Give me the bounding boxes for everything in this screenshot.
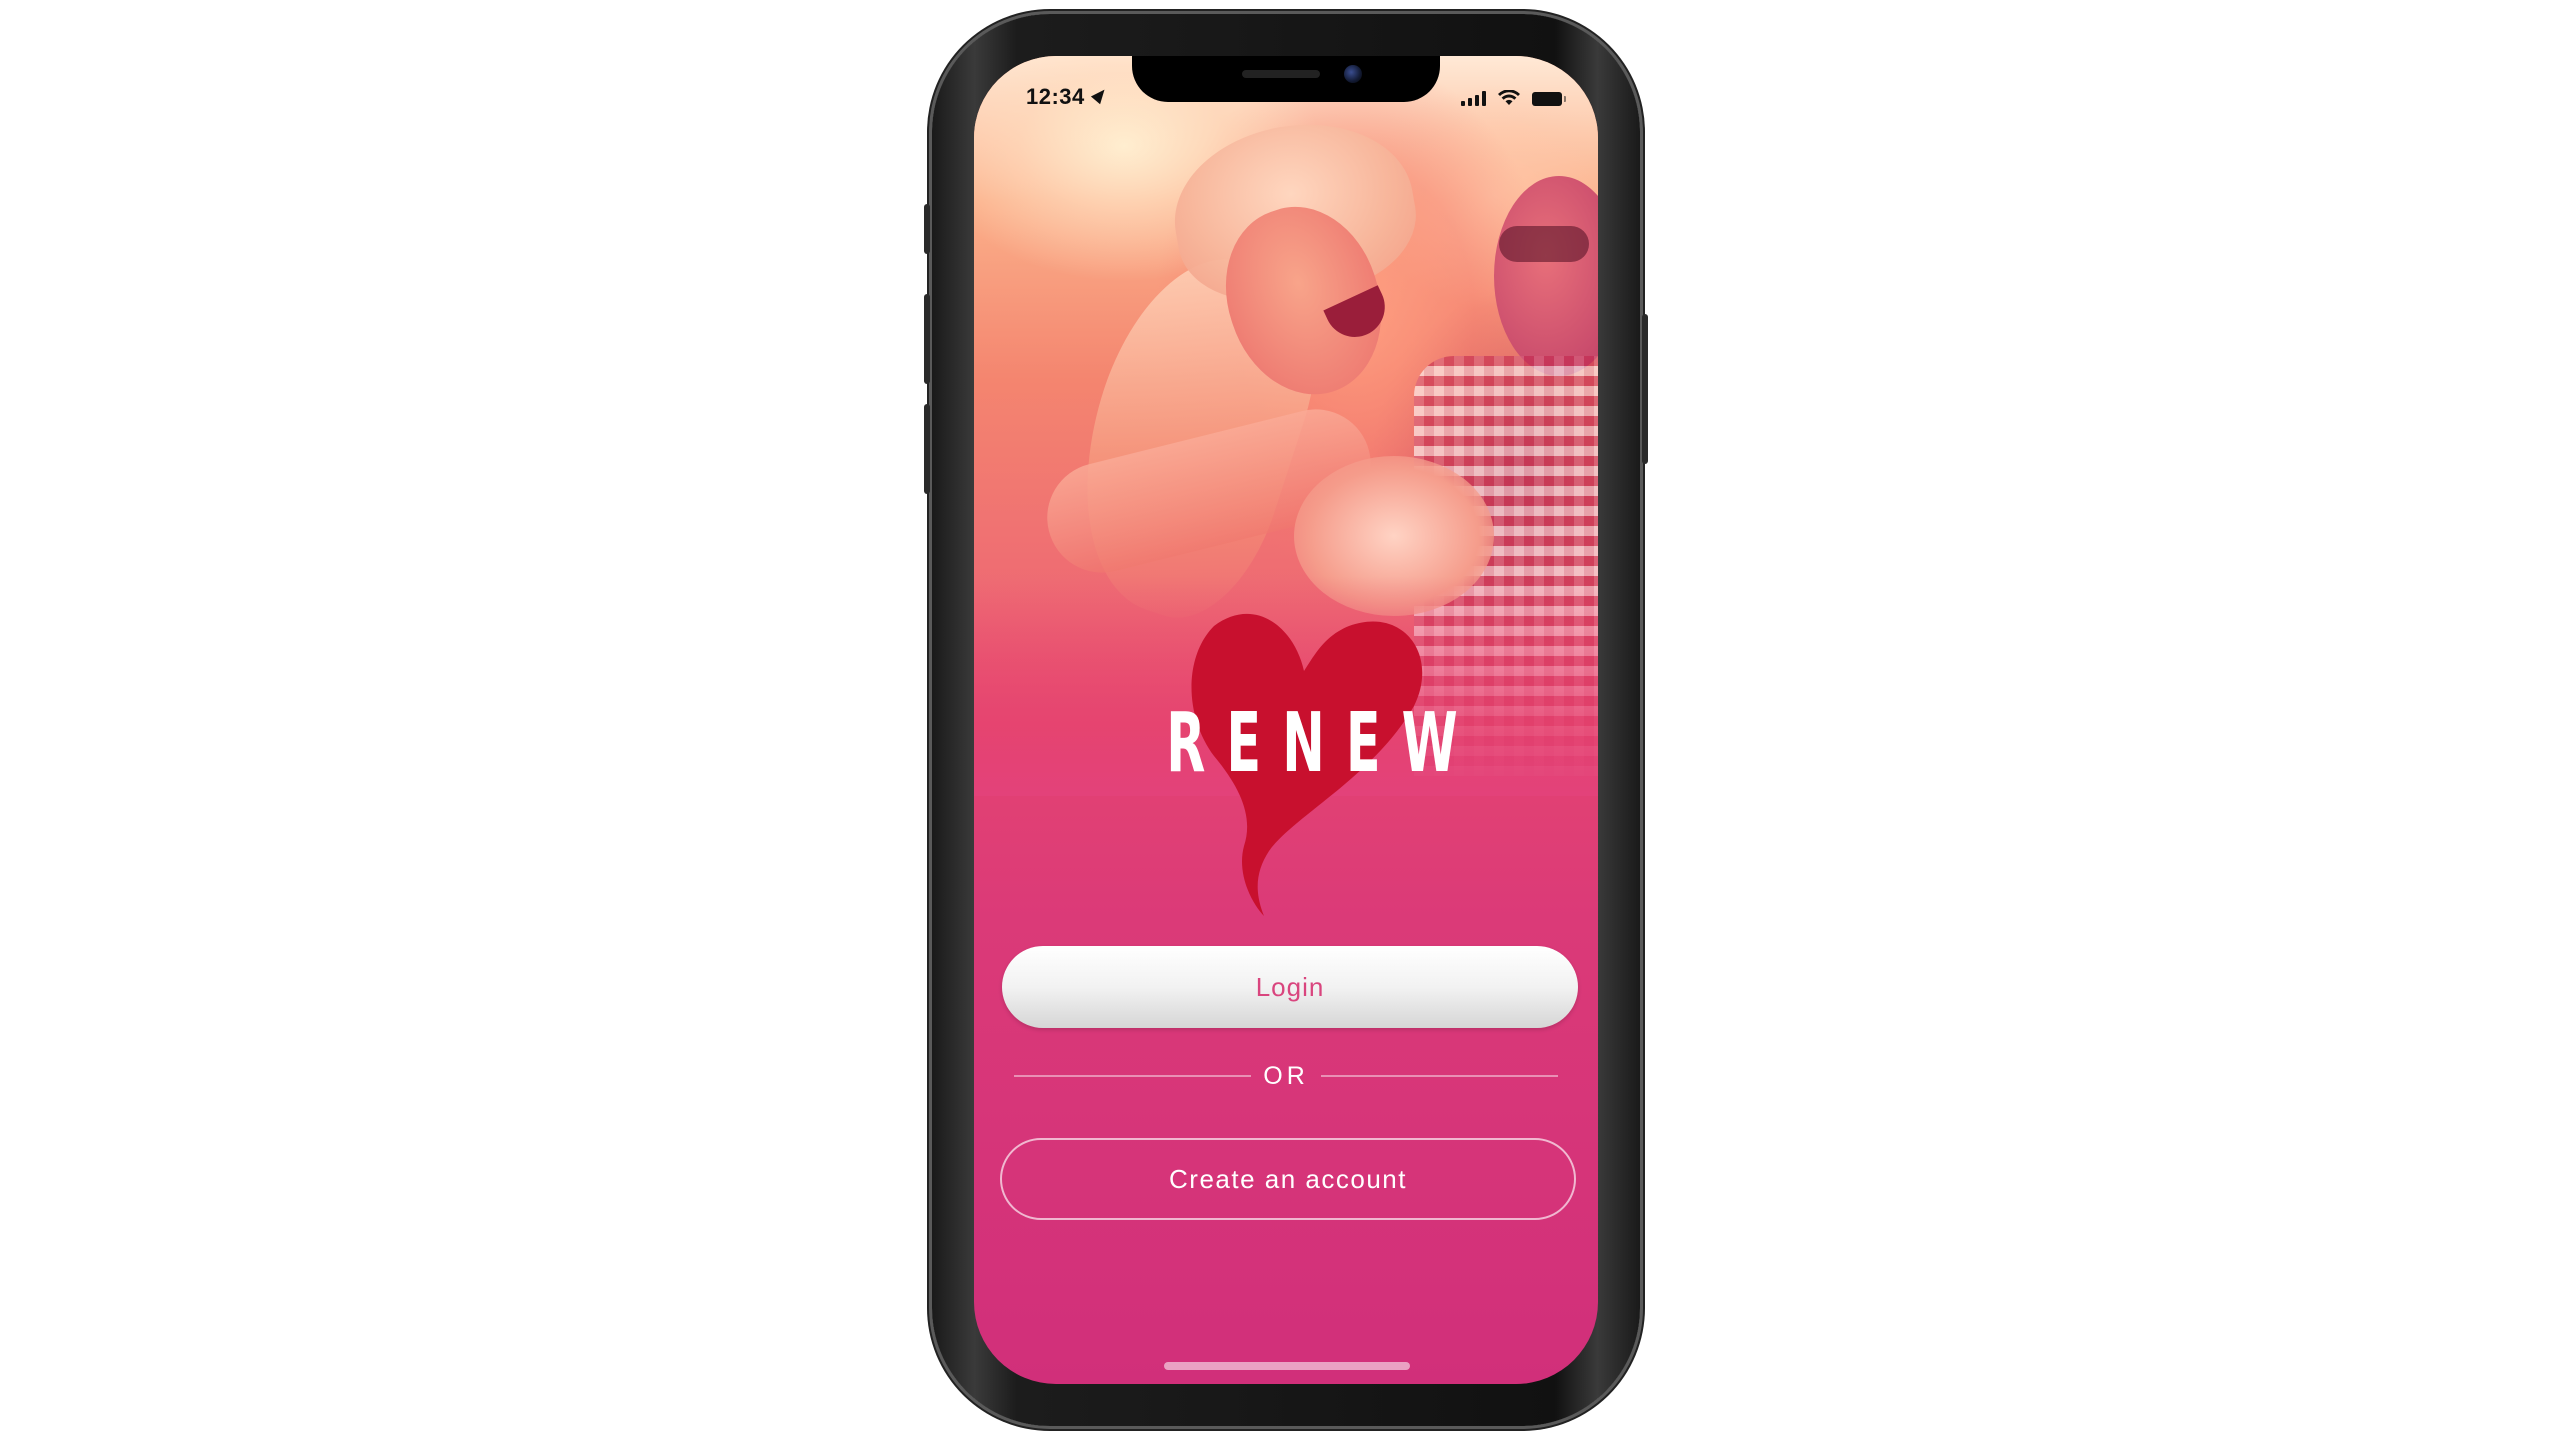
power-button [1642, 314, 1648, 464]
notch [1132, 56, 1440, 102]
volume-down-button [924, 404, 930, 494]
cellular-signal-icon [1461, 90, 1486, 106]
home-indicator[interactable] [1164, 1362, 1410, 1370]
photo-man-face [1494, 176, 1598, 376]
logo-wordmark: RENEW [1166, 696, 1479, 791]
mute-switch [924, 204, 930, 254]
speaker-grille [1242, 70, 1320, 78]
app-logo: RENEW [974, 586, 1598, 926]
stage: 12:34 RENEW Login OR Create an account [0, 0, 2560, 1440]
status-time: 12:34 [1026, 84, 1085, 109]
login-button[interactable]: Login [1002, 946, 1578, 1028]
create-account-button[interactable]: Create an account [1000, 1138, 1576, 1220]
wifi-icon [1498, 89, 1520, 106]
separator-line-right [1320, 1075, 1558, 1077]
or-separator: OR [1014, 1058, 1558, 1094]
phone-frame: 12:34 RENEW Login OR Create an account [924, 14, 1648, 1426]
status-icons [1461, 86, 1566, 106]
front-camera [1344, 65, 1362, 83]
volume-up-button [924, 294, 930, 384]
or-label: OR [1263, 1061, 1309, 1090]
app-screen: 12:34 RENEW Login OR Create an account [974, 56, 1598, 1384]
battery-icon [1532, 92, 1566, 106]
photo-sunglasses [1499, 226, 1589, 262]
separator-line-left [1014, 1075, 1252, 1077]
